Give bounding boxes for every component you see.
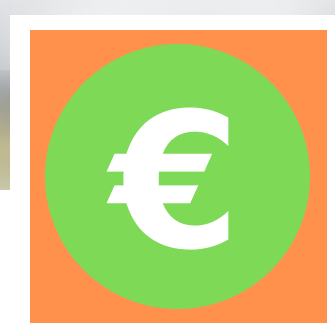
euro-graphic-canvas: € bbox=[0, 0, 335, 323]
euro-icon: € bbox=[110, 72, 241, 292]
green-coin: € bbox=[45, 44, 310, 309]
